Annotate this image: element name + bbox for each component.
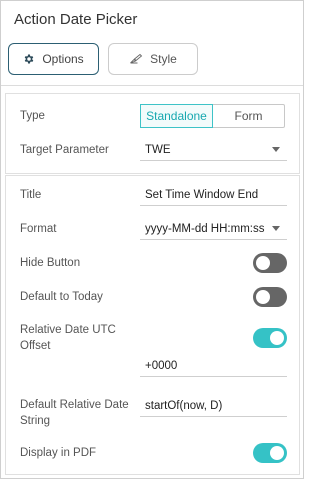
display-in-pdf-toggle[interactable] (253, 443, 287, 463)
options-tab-button[interactable]: Options (8, 43, 99, 75)
target-parameter-value: TWE (145, 143, 171, 156)
default-relative-date-string-label: Default Relative Date String (20, 399, 129, 427)
relative-date-utc-offset-label: Relative Date UTC Offset (20, 324, 116, 352)
toggle-knob (270, 446, 284, 460)
hide-button-label: Hide Button (20, 257, 81, 269)
default-relative-date-string-input[interactable]: startOf(now, D) (140, 395, 287, 417)
title-input[interactable]: Set Time Window End (140, 184, 287, 206)
toggle-knob (256, 290, 270, 304)
type-segmented-control: Standalone Form (140, 104, 285, 128)
title-value: Set Time Window End (145, 188, 259, 201)
caret-down-icon (272, 147, 280, 152)
utc-offset-value: +0000 (145, 359, 178, 372)
default-to-today-label: Default to Today (20, 291, 103, 303)
default-to-today-toggle[interactable] (253, 287, 287, 307)
default-relative-date-string-value: startOf(now, D) (145, 399, 223, 412)
format-label: Format (20, 223, 57, 235)
relative-date-utc-offset-toggle[interactable] (253, 328, 287, 348)
type-label: Type (20, 110, 45, 122)
type-option-standalone[interactable]: Standalone (140, 104, 213, 128)
action-date-picker-panel: Action Date Picker Options Style Type St… (0, 0, 304, 479)
format-value: yyyy-MM-dd HH:mm:ss (145, 222, 265, 235)
hide-button-toggle[interactable] (253, 253, 287, 273)
utc-offset-input[interactable]: +0000 (140, 355, 287, 377)
type-option-form[interactable]: Form (213, 105, 284, 127)
brush-icon (129, 53, 143, 65)
toggle-knob (270, 331, 284, 345)
style-tab-button[interactable]: Style (108, 43, 198, 75)
format-select[interactable]: yyyy-MM-dd HH:mm:ss (140, 218, 287, 240)
header-divider (1, 85, 303, 86)
panel-title: Action Date Picker (14, 11, 138, 28)
title-label: Title (20, 189, 42, 201)
caret-down-icon (272, 226, 280, 231)
display-in-pdf-label: Display in PDF (20, 447, 97, 459)
target-parameter-label: Target Parameter (20, 144, 109, 156)
toggle-knob (256, 256, 270, 270)
gear-icon (23, 53, 35, 65)
options-tab-label: Options (42, 52, 84, 66)
target-parameter-select[interactable]: TWE (140, 139, 287, 161)
style-tab-label: Style (150, 52, 177, 66)
